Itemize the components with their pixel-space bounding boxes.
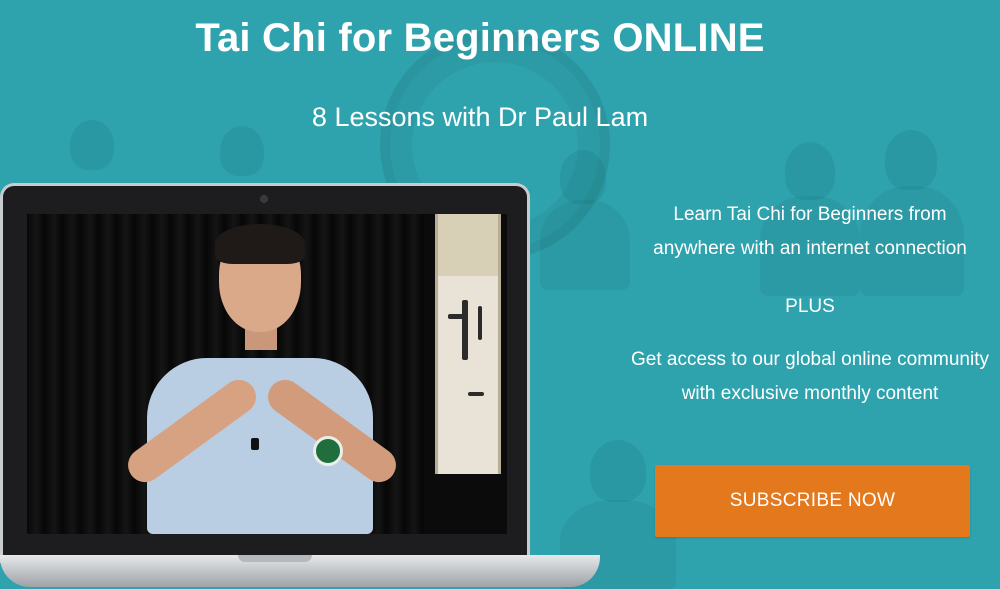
brush-stroke (448, 314, 468, 319)
scroll-header (438, 214, 498, 276)
brush-stroke (478, 306, 482, 340)
plus-text: PLUS (785, 296, 835, 317)
calligraphy-scroll (435, 214, 501, 474)
description-text: Learn Tai Chi for Beginners from anywher… (600, 198, 1000, 266)
laptop-notch (238, 555, 312, 562)
description-line: Learn Tai Chi for Beginners from (673, 204, 947, 225)
background-person (220, 126, 264, 176)
page-title: Tai Chi for Beginners ONLINE (195, 16, 765, 60)
access-line: Get access to our global online communit… (630, 349, 989, 370)
background-person (785, 142, 835, 200)
presenter-hair (215, 224, 305, 264)
background-person (885, 130, 937, 190)
access-line: with exclusive monthly content (681, 383, 939, 404)
webcam-icon (260, 195, 268, 203)
yin-yang-badge-icon (313, 436, 343, 466)
laptop-base (0, 555, 600, 587)
description-line: anywhere with an internet connection (653, 238, 967, 259)
presenter-figure (107, 224, 437, 534)
page-subtitle: 8 Lessons with Dr Paul Lam (311, 102, 649, 132)
video-screen[interactable] (27, 214, 507, 534)
background-person (560, 150, 606, 204)
promo-banner: Tai Chi for Beginners ONLINE 8 Lessons w… (0, 0, 1000, 589)
background-person (590, 440, 646, 502)
access-text: Get access to our global online communit… (600, 343, 1000, 411)
laptop-frame (0, 183, 530, 563)
brush-stroke (468, 392, 484, 396)
brush-stroke (462, 300, 468, 360)
subscribe-now-button[interactable]: SUBSCRIBE NOW (655, 465, 970, 537)
microphone-icon (251, 438, 259, 450)
